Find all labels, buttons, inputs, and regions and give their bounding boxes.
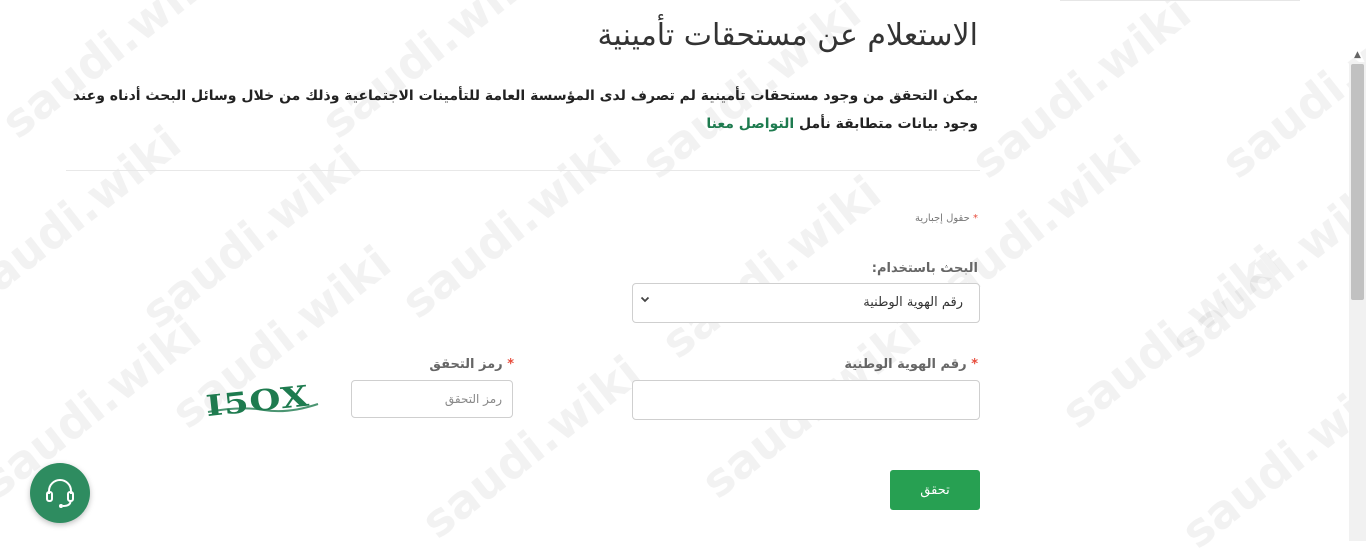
scrollbar-thumb[interactable] [1351,64,1364,300]
watermark: saudi.wiki [0,305,211,509]
contact-us-link[interactable]: التواصل معنا [706,116,794,132]
chevron-down-icon [639,293,651,308]
search-by-selected-value: رقم الهوية الوطنية [863,295,963,310]
scroll-up-arrow-icon[interactable]: ▲ [1349,48,1366,62]
national-id-label-text: رقم الهوية الوطنية [844,357,967,372]
captcha-glyphs: I5OX [204,380,311,423]
search-by-select[interactable]: رقم الهوية الوطنية [632,283,980,323]
watermark: saudi.wiki [411,345,651,549]
national-id-input[interactable] [632,380,980,420]
required-note-text: حقول إجبارية [914,213,970,224]
top-divider [1060,0,1300,1]
national-id-label: * رقم الهوية الوطنية [844,357,978,372]
description-text: يمكن التحقق من وجود مستحقات تأمينية لم ت… [72,88,978,132]
watermark: saudi.wiki [1171,355,1366,559]
required-star: * [971,357,978,372]
headset-icon [46,479,74,508]
watermark: saudi.wiki [0,115,191,319]
captcha-input[interactable] [351,380,513,418]
watermark: saudi.wiki [131,135,371,339]
watermark: saudi.wiki [1211,0,1366,189]
required-fields-note: * حقول إجبارية [915,213,978,224]
watermark: saudi.wiki [1051,235,1291,439]
section-divider [66,170,980,171]
captcha-image: I5OX [200,379,326,426]
support-chat-button[interactable] [30,463,90,523]
watermark: saudi.wiki [651,165,891,369]
watermark: saudi.wiki [1161,165,1366,369]
watermark: saudi.wiki [391,125,631,329]
captcha-label-text: رمز التحقق [429,357,503,372]
captcha-label: * رمز التحقق [429,357,514,372]
page-description: يمكن التحقق من وجود مستحقات تأمينية لم ت… [66,82,978,138]
page-title: الاستعلام عن مستحقات تأمينية [597,18,978,53]
search-by-label: البحث باستخدام: [871,261,978,276]
required-star: * [507,357,514,372]
verify-button[interactable]: تحقق [890,470,980,510]
required-star: * [973,213,978,224]
watermark: saudi.wiki [961,0,1201,189]
